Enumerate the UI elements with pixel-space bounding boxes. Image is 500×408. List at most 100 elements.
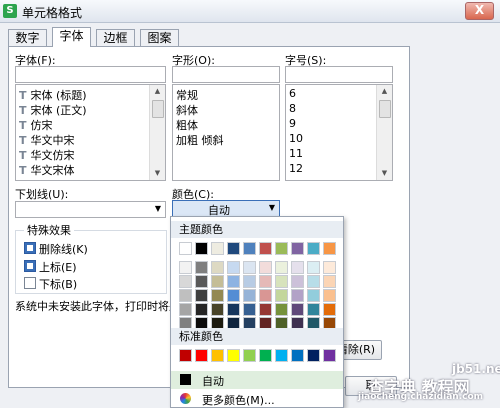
color-swatch[interactable] [323,275,336,288]
list-item[interactable]: T 华文宋体 [19,162,75,178]
list-item[interactable]: 8 [289,102,296,115]
color-swatch[interactable] [323,289,336,302]
color-swatch[interactable] [275,242,288,255]
list-item[interactable]: 9 [289,117,296,130]
color-swatch[interactable] [323,261,336,274]
color-swatch[interactable] [195,349,208,362]
color-swatch[interactable] [243,289,256,302]
color-swatch[interactable] [259,349,272,362]
list-item[interactable]: 加粗 倾斜 [176,132,224,148]
color-swatch[interactable] [259,261,272,274]
font-list[interactable]: T 宋体 (标题) T 宋体 (正文) T 仿宋 T 华文中宋 T 华文仿宋 T 华文宋体 … [15,84,166,181]
color-swatch[interactable] [227,349,240,362]
list-item[interactable]: T 宋体 (正文) [19,102,87,118]
color-swatch[interactable] [323,349,336,362]
list-item[interactable]: 斜体 [176,102,198,118]
color-swatch[interactable] [179,303,192,316]
color-swatch[interactable] [243,242,256,255]
list-item[interactable]: T 仿宋 [19,117,53,133]
tab-number[interactable]: 数字 [8,29,47,47]
color-swatch[interactable] [291,349,304,362]
color-swatch[interactable] [291,261,304,274]
style-list[interactable]: 常规 斜体 粗体 加粗 倾斜 [172,84,280,181]
close-button[interactable]: X [465,2,494,20]
font-input[interactable] [15,66,166,83]
color-swatch[interactable] [259,242,272,255]
tab-pattern[interactable]: 图案 [140,29,179,47]
tab-font[interactable]: 字体 [52,27,91,47]
size-list-scrollbar[interactable]: ▲ ▼ [376,85,392,180]
color-swatch[interactable] [211,289,224,302]
subscript-checkbox[interactable] [24,277,36,289]
scroll-up-icon[interactable]: ▲ [150,85,165,98]
list-item[interactable]: 11 [289,147,303,160]
color-swatch[interactable] [291,303,304,316]
color-swatch[interactable] [227,242,240,255]
color-swatch[interactable] [243,349,256,362]
color-swatch[interactable] [275,289,288,302]
color-swatch[interactable] [179,242,192,255]
color-swatch[interactable] [259,289,272,302]
color-dropdown[interactable]: 自动 ▼ [172,200,280,217]
scroll-thumb[interactable] [152,100,164,118]
list-item[interactable]: 12 [289,162,303,175]
color-swatch[interactable] [211,349,224,362]
scroll-up-icon[interactable]: ▲ [377,85,392,98]
color-swatch[interactable] [211,261,224,274]
color-swatch[interactable] [275,349,288,362]
color-swatch[interactable] [243,261,256,274]
color-swatch[interactable] [211,275,224,288]
scroll-thumb[interactable] [379,100,391,118]
color-swatch[interactable] [179,289,192,302]
color-swatch[interactable] [211,303,224,316]
underline-dropdown[interactable]: ▼ [15,201,166,218]
color-swatch[interactable] [195,261,208,274]
color-swatch[interactable] [307,349,320,362]
color-swatch[interactable] [195,242,208,255]
color-swatch[interactable] [275,303,288,316]
color-swatch[interactable] [179,349,192,362]
style-input[interactable] [172,66,280,83]
list-item[interactable]: 10 [289,132,303,145]
list-item[interactable]: T 华文仿宋 [19,147,75,163]
list-item[interactable]: T 华文中宋 [19,132,75,148]
scroll-down-icon[interactable]: ▼ [377,167,392,180]
tab-border[interactable]: 边框 [96,29,135,47]
color-swatch[interactable] [291,275,304,288]
color-swatch[interactable] [179,275,192,288]
color-swatch[interactable] [307,261,320,274]
color-swatch[interactable] [307,289,320,302]
scroll-down-icon[interactable]: ▼ [150,167,165,180]
list-item[interactable]: 粗体 [176,117,198,133]
color-swatch[interactable] [195,289,208,302]
color-swatch[interactable] [227,275,240,288]
color-swatch[interactable] [291,289,304,302]
color-swatch[interactable] [323,242,336,255]
list-item[interactable]: 常规 [176,87,198,103]
color-swatch[interactable] [259,275,272,288]
color-swatch[interactable] [243,275,256,288]
color-swatch[interactable] [307,303,320,316]
color-swatch[interactable] [195,303,208,316]
size-list[interactable]: 6 8 9 10 11 12 ▲ ▼ [285,84,393,181]
color-swatch[interactable] [307,242,320,255]
font-list-scrollbar[interactable]: ▲ ▼ [149,85,165,180]
list-item[interactable]: 6 [289,87,296,100]
color-swatch[interactable] [291,242,304,255]
superscript-checkbox[interactable] [24,260,36,272]
color-swatch[interactable] [227,289,240,302]
color-swatch[interactable] [275,261,288,274]
size-input[interactable] [285,66,393,83]
color-swatch[interactable] [323,303,336,316]
color-swatch[interactable] [211,242,224,255]
color-swatch[interactable] [195,275,208,288]
color-swatch[interactable] [179,261,192,274]
color-swatch[interactable] [259,303,272,316]
color-swatch[interactable] [275,275,288,288]
more-colors-option[interactable]: 更多颜色(M)... [171,391,343,407]
strikethrough-checkbox[interactable] [24,242,36,254]
color-swatch[interactable] [227,303,240,316]
color-swatch[interactable] [243,303,256,316]
list-item[interactable]: T 宋体 (标题) [19,87,87,103]
automatic-color-option[interactable]: 自动 [171,371,343,389]
